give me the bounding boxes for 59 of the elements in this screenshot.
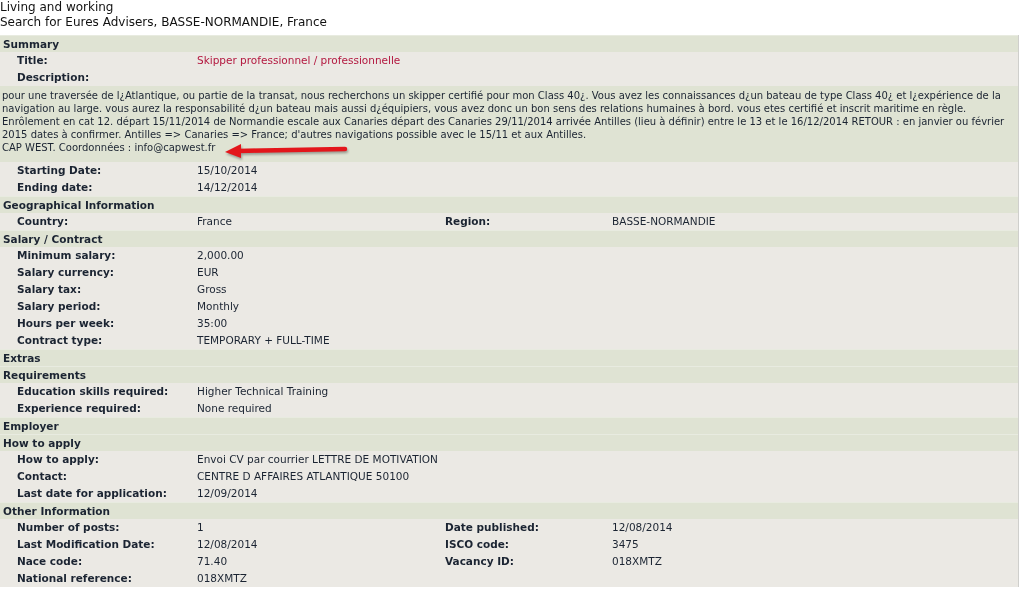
field-label: Ending date: [17, 180, 94, 195]
field-value: 018XMTZ [612, 554, 663, 569]
field-label: Region: [445, 214, 492, 229]
field-value: 35:00 [197, 316, 229, 331]
field-value: None required [197, 401, 273, 416]
description-text: CAP WEST. Coordonnées : info@capwest.fr [2, 141, 216, 154]
section-header: Extras [0, 349, 1018, 366]
field-value: 12/09/2014 [197, 486, 259, 501]
field-label: Hours per week: [17, 316, 116, 331]
section-header: Other Information [0, 502, 1018, 519]
field-label: National reference: [17, 571, 133, 586]
field-value: 1 [197, 520, 205, 535]
field-label: Salary tax: [17, 282, 83, 297]
field-label: Salary period: [17, 299, 102, 314]
field-value: 018XMTZ [197, 571, 248, 586]
section-header: Salary / Contract [0, 230, 1018, 247]
field-label: Title: [17, 53, 49, 68]
field-value: EUR [197, 265, 220, 280]
section-header: Geographical Information [0, 196, 1018, 213]
field-value: 15/10/2014 [197, 163, 259, 178]
field-value: 3475 [612, 537, 640, 552]
field-label: Number of posts: [17, 520, 121, 535]
section-title: Living and working [0, 0, 115, 15]
field-label: Last Modification Date: [17, 537, 156, 552]
section-header: Summary [0, 35, 1018, 52]
field-label: Contract type: [17, 333, 104, 348]
field-label: How to apply: [17, 452, 100, 467]
field-label: Last date for application: [17, 486, 168, 501]
field-value: 14/12/2014 [197, 180, 259, 195]
field-label: Salary currency: [17, 265, 115, 280]
field-label: Minimum salary: [17, 248, 117, 263]
field-value: CENTRE D AFFAIRES ATLANTIQUE 50100 [197, 469, 411, 484]
field-label: Nace code: [17, 554, 84, 569]
field-label: Starting Date: [17, 163, 103, 178]
section-header: Requirements [0, 366, 1018, 383]
field-label: Education skills required: [17, 384, 170, 399]
section-header: Employer [0, 417, 1018, 434]
field-value: Envoi CV par courrier LETTRE DE MOTIVATION [197, 452, 439, 467]
field-value: Higher Technical Training [197, 384, 330, 399]
field-label: Country: [17, 214, 70, 229]
description-text: pour une traversée de l¿Atlantique, ou partie de la transat, nous recherchons un skipper certifié pour mon Class 40¿. Vous avez les connaissances d¿un bateau de type Class 40¿ et l¿expérience de la navigation au large. vous aurez la responsabilité d¿un bateau mais aussi d¿équipiers, vous avez donc un bon sens des relations humaines à bord. vous etes certifié et inscrit maritime en règle. Enrôlement en cat 12. départ 15/11/2014 de Normandie escale aux Canaries départ des Canaries 29/11/2014 arrivée Antilles (lieu à définir) entre le 13 et le 16/12/2014 RETOUR : en janvier ou février 2015 dates à confirmer. Antilles => Canaries => France; d'autres navigations possible avec le 15/11 et aux Antilles. [2, 89, 1006, 141]
field-label: Vacancy ID: [445, 554, 515, 569]
field-value: France [197, 214, 233, 229]
field-value: 71.40 [197, 554, 229, 569]
field-label: ISCO code: [445, 537, 511, 552]
job-title: Skipper professionnel / professionnelle [197, 53, 402, 68]
field-value: 12/08/2014 [197, 537, 259, 552]
section-header: How to apply [0, 434, 1018, 451]
field-value: 12/08/2014 [612, 520, 674, 535]
field-value: TEMPORARY + FULL-TIME [197, 333, 331, 348]
field-label: Experience required: [17, 401, 142, 416]
field-value: Gross [197, 282, 228, 297]
page-heading: Search for Eures Advisers, BASSE-NORMANDIE, France [0, 15, 328, 30]
field-label: Contact: [17, 469, 68, 484]
field-value: 2,000.00 [197, 248, 245, 263]
field-value: Monthly [197, 299, 241, 314]
field-value: BASSE-NORMANDIE [612, 214, 717, 229]
field-label: Description: [17, 70, 91, 85]
field-label: Date published: [445, 520, 540, 535]
